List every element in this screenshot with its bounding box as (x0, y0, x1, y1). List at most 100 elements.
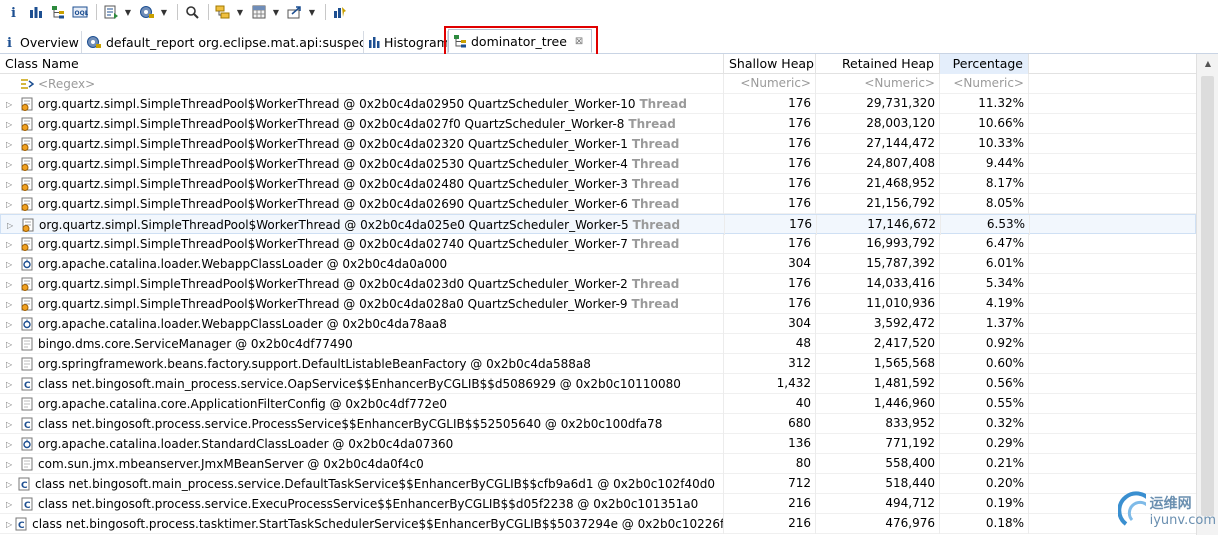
cell-class-name[interactable]: ▷ org.quartz.simpl.SimpleThreadPool$Worke… (0, 154, 724, 174)
cell-class-name[interactable]: ▷ Cclass net.bingosoft.process.service.Ex… (0, 494, 724, 514)
group-by-icon[interactable] (213, 2, 233, 22)
cell-class-name[interactable]: ▷ org.quartz.simpl.SimpleThreadPool$Worke… (0, 134, 724, 154)
expand-arrow-icon[interactable]: ▷ (6, 155, 18, 174)
table-row[interactable]: ▷ bingo.dms.core.ServiceManager @ 0x2b0c4… (0, 334, 1196, 354)
cell-class-name[interactable]: ▷ org.apache.catalina.loader.WebappClassL… (0, 254, 724, 274)
expand-arrow-icon[interactable]: ▷ (7, 216, 19, 235)
cell-class-name[interactable]: ▷ org.springframework.beans.factory.suppo… (0, 354, 724, 374)
export-icon[interactable] (285, 2, 305, 22)
regex-filter-input[interactable]: <Regex> (38, 75, 95, 94)
calculate-retained-icon[interactable] (249, 2, 269, 22)
cell-class-name[interactable]: ▷ Cclass net.bingosoft.main_process.servi… (0, 374, 724, 394)
cell-class-name[interactable]: ▷ org.apache.catalina.core.ApplicationFil… (0, 394, 724, 414)
expand-arrow-icon[interactable]: ▷ (6, 375, 18, 394)
column-header-class-name[interactable]: Class Name (0, 54, 724, 74)
chevron-down-icon[interactable]: ▼ (159, 2, 169, 22)
table-row[interactable]: ▷ org.quartz.simpl.SimpleThreadPool$Worke… (0, 214, 1196, 235)
table-row[interactable]: ▷ org.apache.catalina.loader.WebappClassL… (0, 314, 1196, 334)
table-row[interactable]: ▷ Cclass net.bingosoft.process.tasktimer.… (0, 514, 1196, 534)
cell-class-name[interactable]: ▷ org.apache.catalina.loader.StandardClas… (0, 434, 724, 454)
table-row[interactable]: ▷ org.apache.catalina.loader.WebappClassL… (0, 254, 1196, 274)
expand-arrow-icon[interactable]: ▷ (6, 395, 18, 414)
filter-cell-shallow-heap[interactable]: <Numeric> (724, 74, 816, 94)
scrollbar-thumb[interactable] (1201, 76, 1214, 516)
tab-overview[interactable]: i Overview (0, 31, 82, 53)
expand-arrow-icon[interactable]: ▷ (6, 255, 18, 274)
expand-arrow-icon[interactable]: ▷ (6, 275, 18, 294)
table-row[interactable]: ▷ Cclass net.bingosoft.main_process.servi… (0, 474, 1196, 494)
expand-arrow-icon[interactable]: ▷ (6, 515, 12, 534)
query-browser-icon[interactable] (137, 2, 157, 22)
expand-arrow-icon[interactable]: ▷ (6, 435, 18, 454)
expand-arrow-icon[interactable]: ▷ (6, 495, 18, 514)
info-icon[interactable]: i (4, 2, 24, 22)
loader-icon (20, 317, 34, 331)
table-row[interactable]: ▷ org.quartz.simpl.SimpleThreadPool$Worke… (0, 94, 1196, 114)
cell-class-name[interactable]: ▷ org.quartz.simpl.SimpleThreadPool$Worke… (0, 94, 724, 114)
table-row[interactable]: ▷ org.quartz.simpl.SimpleThreadPool$Worke… (0, 294, 1196, 314)
tab-default-report[interactable]: default_report org.eclipse.mat.api:suspe… (82, 31, 364, 53)
table-row[interactable]: ▷ org.quartz.simpl.SimpleThreadPool$Worke… (0, 274, 1196, 294)
cell-class-name[interactable]: ▷ org.quartz.simpl.SimpleThreadPool$Worke… (1, 215, 725, 235)
expand-arrow-icon[interactable]: ▷ (6, 295, 18, 314)
expand-arrow-icon[interactable]: ▷ (6, 95, 18, 114)
table-row[interactable]: ▷ org.apache.catalina.loader.StandardClas… (0, 434, 1196, 454)
table-row[interactable]: ▷ org.quartz.simpl.SimpleThreadPool$Worke… (0, 174, 1196, 194)
cell-class-name[interactable]: ▷ Cclass net.bingosoft.process.tasktimer.… (0, 514, 724, 534)
table-row[interactable]: ▷ org.quartz.simpl.SimpleThreadPool$Worke… (0, 194, 1196, 214)
chevron-down-icon[interactable]: ▼ (123, 2, 133, 22)
expand-arrow-icon[interactable]: ▷ (6, 455, 18, 474)
expand-arrow-icon[interactable]: ▷ (6, 355, 18, 374)
expand-arrow-icon[interactable]: ▷ (6, 195, 18, 214)
expand-arrow-icon[interactable]: ▷ (6, 315, 18, 334)
cell-class-name[interactable]: ▷ org.apache.catalina.loader.WebappClassL… (0, 314, 724, 334)
table-row[interactable]: ▷ com.sun.jmx.mbeanserver.JmxMBeanServer … (0, 454, 1196, 474)
table-row[interactable]: ▷ Cclass net.bingosoft.process.service.Pr… (0, 414, 1196, 434)
table-row[interactable]: ▷ org.quartz.simpl.SimpleThreadPool$Worke… (0, 114, 1196, 134)
table-row[interactable]: ▷ Cclass net.bingosoft.process.service.Ex… (0, 494, 1196, 514)
table-row[interactable]: ▷ org.quartz.simpl.SimpleThreadPool$Worke… (0, 154, 1196, 174)
table-row[interactable]: ▷ Cclass net.bingosoft.main_process.servi… (0, 374, 1196, 394)
expand-arrow-icon[interactable]: ▷ (6, 135, 18, 154)
table-row[interactable]: ▷ org.quartz.simpl.SimpleThreadPool$Worke… (0, 134, 1196, 154)
cell-class-name[interactable]: ▷ org.quartz.simpl.SimpleThreadPool$Worke… (0, 114, 724, 134)
cell-class-name[interactable]: ▷ Cclass net.bingosoft.main_process.servi… (0, 474, 724, 494)
table-row[interactable]: ▷ org.quartz.simpl.SimpleThreadPool$Worke… (0, 234, 1196, 254)
cell-class-name[interactable]: ▷ bingo.dms.core.ServiceManager @ 0x2b0c4… (0, 334, 724, 354)
chevron-down-icon[interactable]: ▼ (271, 2, 281, 22)
expand-arrow-icon[interactable]: ▷ (6, 475, 15, 494)
filter-cell-class-name[interactable]: <Regex> (0, 74, 724, 94)
histogram-icon[interactable] (26, 2, 46, 22)
dominator-tree-icon[interactable] (48, 2, 68, 22)
expand-arrow-icon[interactable]: ▷ (6, 115, 18, 134)
cell-class-name[interactable]: ▷ Cclass net.bingosoft.process.service.Pr… (0, 414, 724, 434)
cell-class-name[interactable]: ▷ com.sun.jmx.mbeanserver.JmxMBeanServer … (0, 454, 724, 474)
scroll-up-icon[interactable]: ▲ (1197, 54, 1218, 72)
expand-arrow-icon[interactable]: ▷ (6, 235, 18, 254)
reports-icon[interactable] (101, 2, 121, 22)
expand-arrow-icon[interactable]: ▷ (6, 415, 18, 434)
filter-cell-retained-heap[interactable]: <Numeric> (816, 74, 940, 94)
column-header-shallow-heap[interactable]: Shallow Heap (724, 54, 816, 74)
column-header-retained-heap[interactable]: Retained Heap (816, 54, 940, 74)
chevron-down-icon[interactable]: ▼ (235, 2, 245, 22)
column-header-percentage[interactable]: ⌄ Percentage (940, 54, 1029, 74)
cell-class-name[interactable]: ▷ org.quartz.simpl.SimpleThreadPool$Worke… (0, 274, 724, 294)
oql-icon[interactable]: OQL (70, 2, 90, 22)
expand-arrow-icon[interactable]: ▷ (6, 335, 18, 354)
close-icon[interactable]: ⊠ (575, 36, 583, 47)
vertical-scrollbar[interactable]: ▲ (1196, 54, 1218, 535)
search-icon[interactable] (182, 2, 202, 22)
tab-histogram[interactable]: Histogram (364, 31, 448, 53)
cell-class-name[interactable]: ▷ org.quartz.simpl.SimpleThreadPool$Worke… (0, 234, 724, 254)
cell-class-name[interactable]: ▷ org.quartz.simpl.SimpleThreadPool$Worke… (0, 294, 724, 314)
cell-class-name[interactable]: ▷ org.quartz.simpl.SimpleThreadPool$Worke… (0, 194, 724, 214)
tab-dominator-tree[interactable]: dominator_tree ⊠ (448, 29, 592, 53)
cell-class-name[interactable]: ▷ org.quartz.simpl.SimpleThreadPool$Worke… (0, 174, 724, 194)
table-row[interactable]: ▷ org.apache.catalina.core.ApplicationFil… (0, 394, 1196, 414)
chevron-down-icon[interactable]: ▼ (307, 2, 317, 22)
pin-icon[interactable] (330, 2, 350, 22)
table-row[interactable]: ▷ org.springframework.beans.factory.suppo… (0, 354, 1196, 374)
filter-cell-percentage[interactable]: <Numeric> (940, 74, 1029, 94)
expand-arrow-icon[interactable]: ▷ (6, 175, 18, 194)
